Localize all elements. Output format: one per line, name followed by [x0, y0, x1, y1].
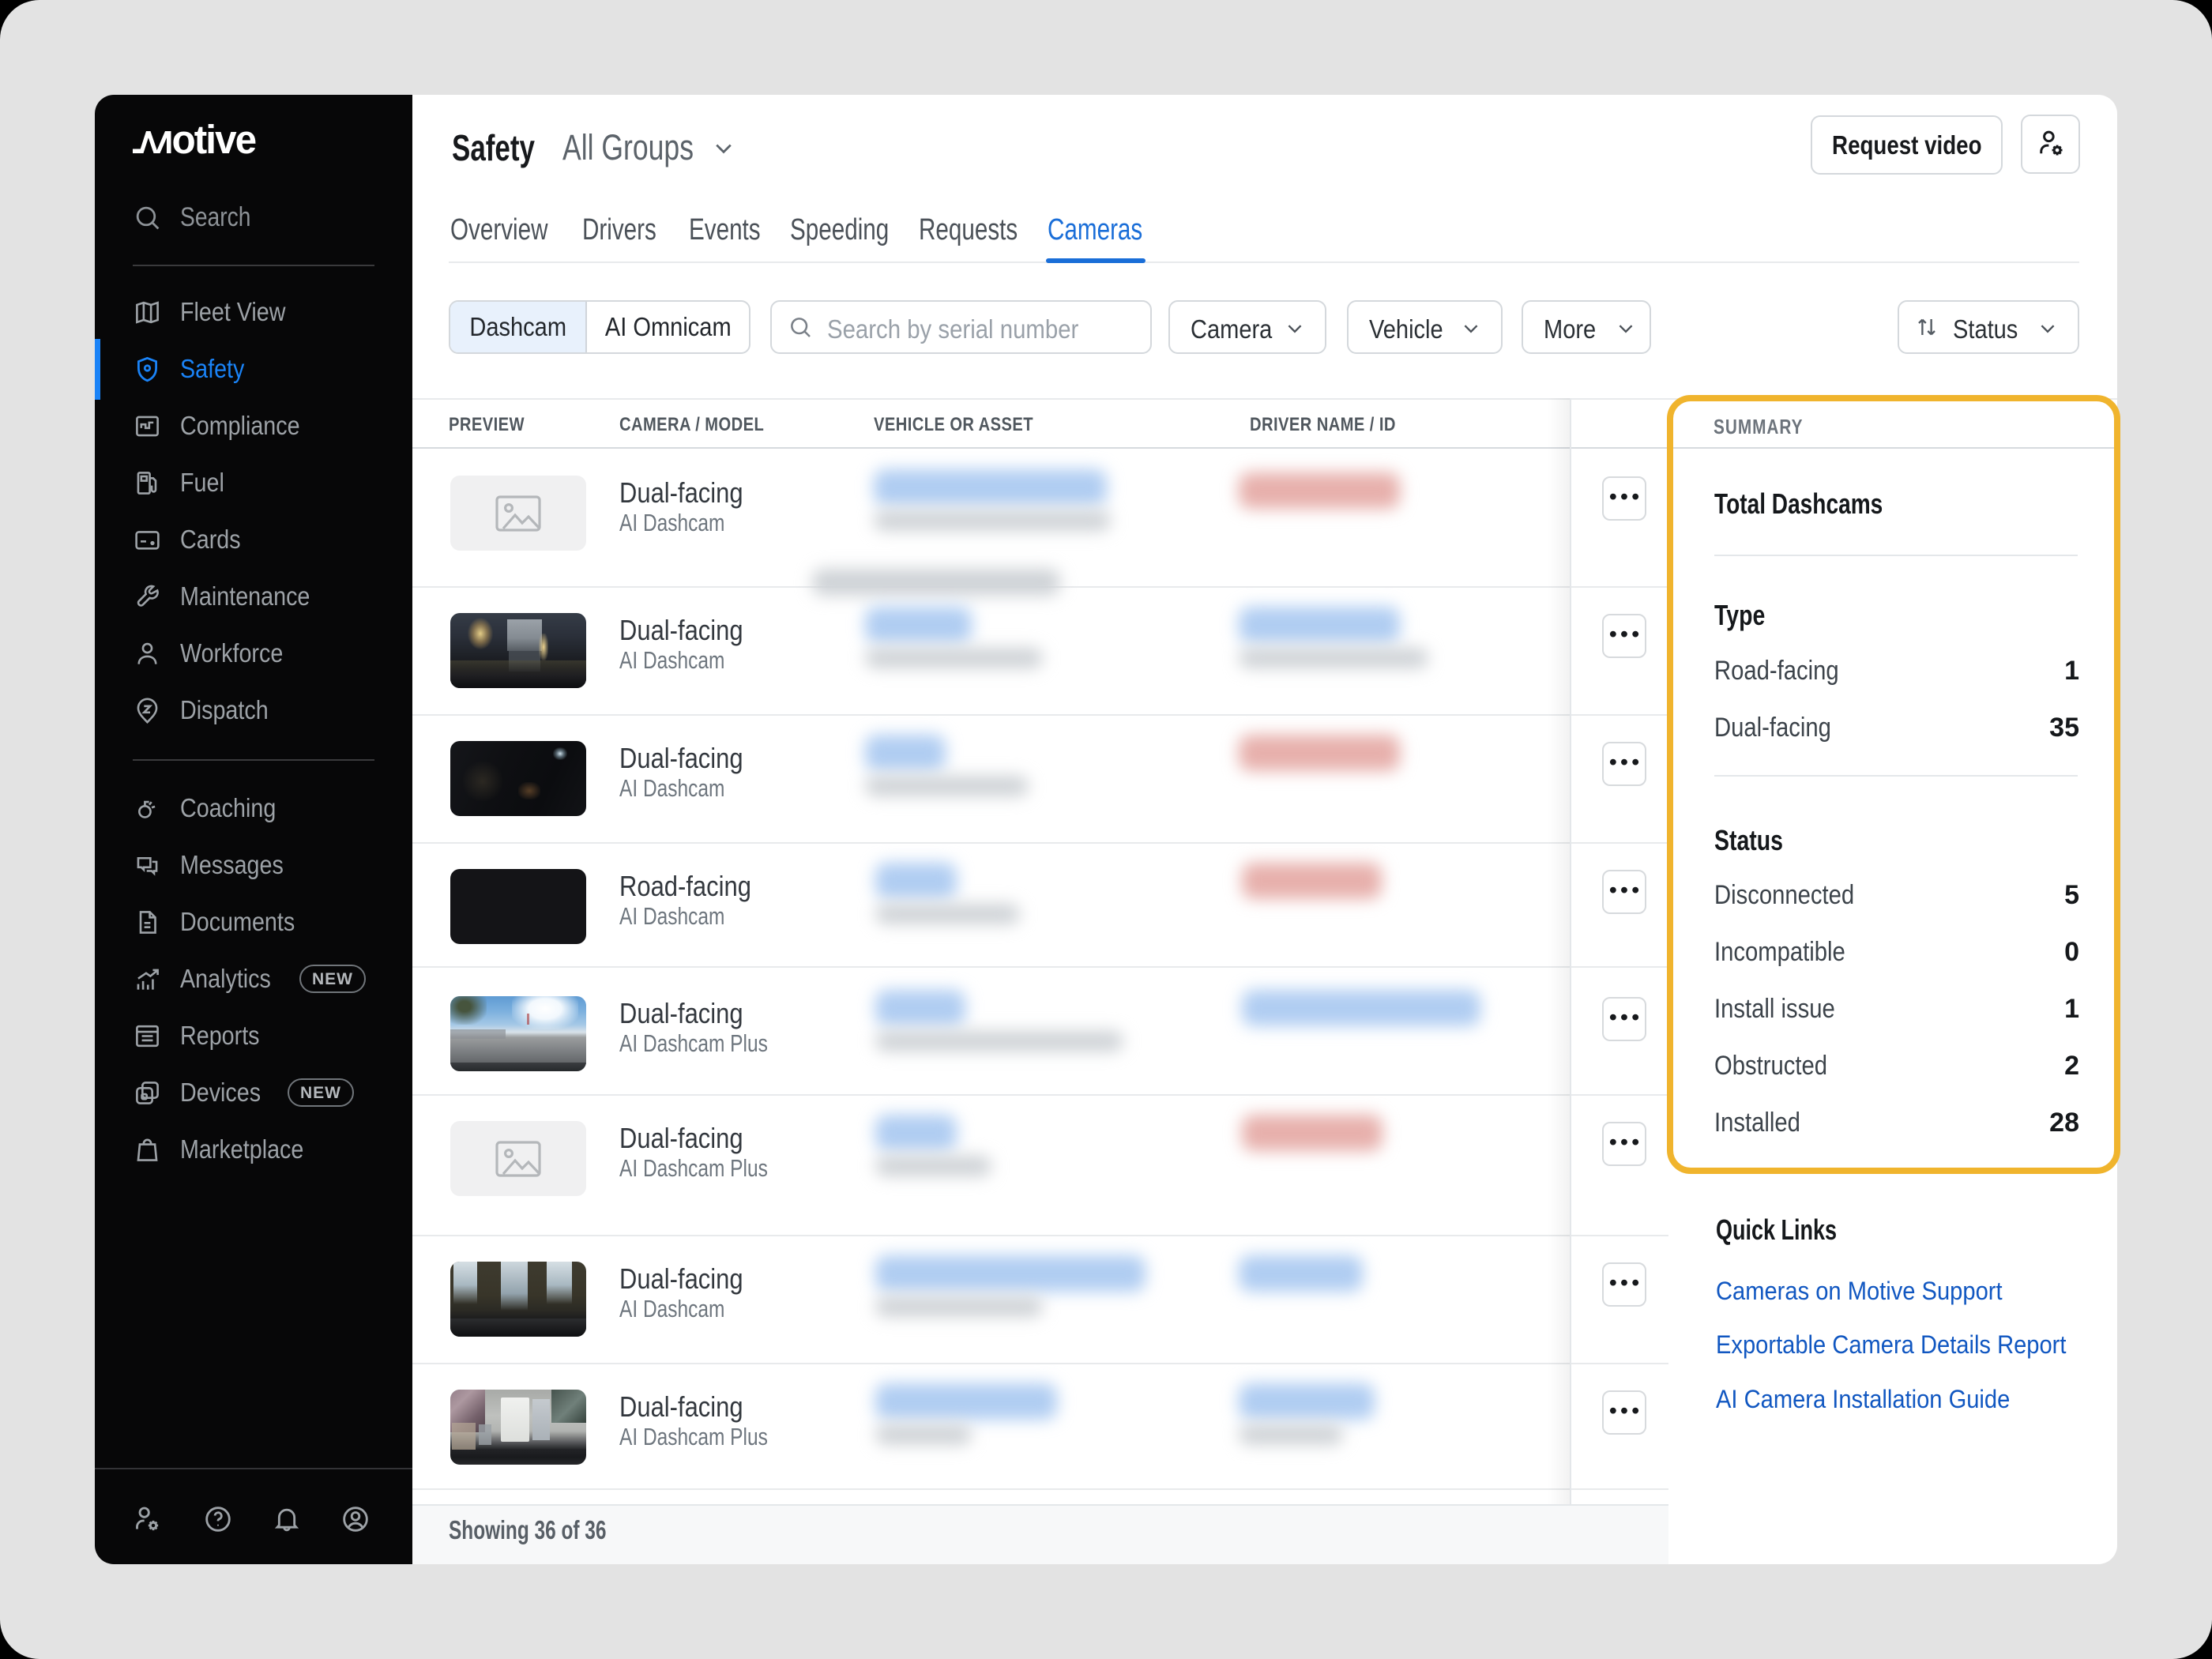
svg-text:otive: otive — [171, 123, 256, 155]
